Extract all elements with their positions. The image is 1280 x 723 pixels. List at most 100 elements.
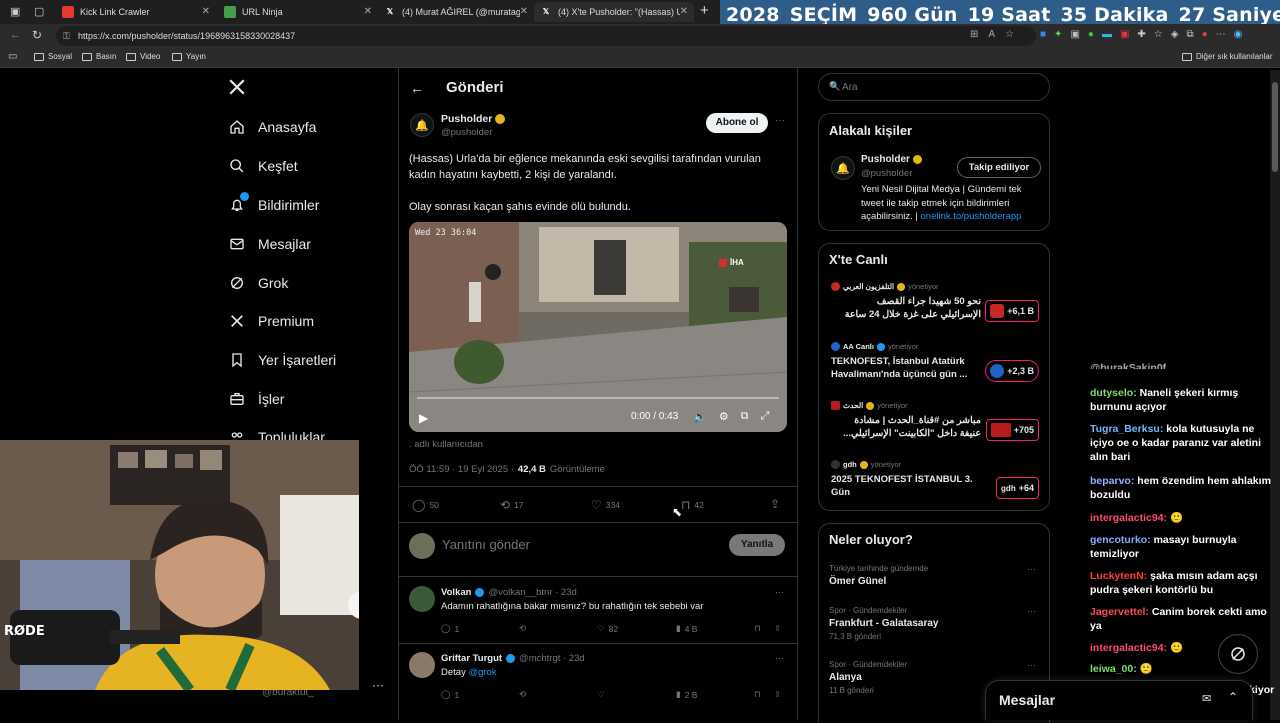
tab-kick-link-crawler[interactable]: Kick Link Crawler ✕ [56,2,216,22]
read-aloud-icon[interactable]: A [988,29,995,40]
live-listener-pill[interactable]: gdh +64 [996,477,1039,499]
more-menu-icon[interactable]: ⋯ [1216,29,1226,40]
tab-url-ninja[interactable]: URL Ninja ✕ [218,2,378,22]
bookmark-folder-yayin[interactable]: Yayın [172,52,206,61]
browser-menu-icon[interactable]: ▣ [10,5,20,18]
fullscreen-icon[interactable]: ⤢ [760,410,769,423]
reply-bookmark-action[interactable]: ⊓ [754,623,761,634]
favorite-star-icon[interactable]: ☆ [1005,29,1014,40]
nav-item-jobs[interactable]: İşler [228,390,284,408]
chat-username[interactable]: beparvo [1090,475,1131,487]
bookmark-folder-other[interactable]: Diğer sık kullanılanlar [1182,52,1272,61]
account-more-icon[interactable]: ··· [372,678,384,692]
extension-icon[interactable]: ▣ [1120,29,1129,40]
repost-action[interactable]: ⟲ 17 [500,498,524,512]
reply-bookmark-action[interactable]: ⊓ [754,689,761,700]
nav-item-explore[interactable]: Keşfet [228,157,298,175]
live-listener-pill[interactable]: +6,1 B [985,300,1039,322]
reply-avatar[interactable] [409,586,435,612]
close-tab-icon[interactable]: ✕ [520,6,528,17]
tab-pusholder-active[interactable]: 𝕏 (4) X'te Pusholder: "(Hassas) Urla' ✕ [534,2,694,22]
reading-list-icon[interactable]: ▭ [8,51,17,62]
puzzle-icon[interactable]: ✚ [1137,29,1145,40]
post-author-handle[interactable]: @pusholder [441,127,492,138]
nav-item-messages[interactable]: Mesajlar [228,235,311,253]
nav-item-premium[interactable]: Premium [228,312,314,330]
post-source[interactable]: . adlı kullanıcıdan [409,439,483,450]
new-message-icon[interactable]: ✉ [1202,692,1211,705]
extension-icon[interactable]: ▬ [1102,29,1112,40]
reply-more-icon[interactable]: ··· [775,587,784,597]
back-icon[interactable]: ← [10,29,21,41]
url-input[interactable]: ⚿ https://x.com/pusholder/status/1968963… [56,26,1036,46]
trend-item[interactable]: Türkiye tarihinde gündemde Ömer Günel [829,564,928,587]
chat-username[interactable]: LuckytenN [1090,570,1144,582]
nav-item-notifications[interactable]: Bildirimler [228,192,319,214]
shield-icon[interactable]: ◈ [1171,29,1179,40]
bookmark-folder-sosyal[interactable]: Sosyal [34,52,72,61]
reply-repost-action[interactable]: ⟲ [519,689,526,700]
reply-reply-action[interactable]: ◯ 1 [441,689,459,700]
reply-more-icon[interactable]: ··· [775,653,784,663]
bio-link[interactable]: onelink.to/pusholderapp [921,211,1022,222]
apps-icon[interactable]: ⊞ [970,29,978,40]
bookmark-action[interactable]: ⊓ 42 [681,498,704,512]
related-avatar[interactable]: 🔔 [831,156,855,180]
chat-username[interactable]: dutyselo [1090,387,1133,399]
trend-more-icon[interactable]: ··· [1027,606,1036,616]
live-listener-pill[interactable]: +705 [985,419,1039,441]
bookmark-folder-basin[interactable]: Basın [82,52,116,61]
play-icon[interactable]: ▶ [419,411,428,425]
reply-action[interactable]: ◯ 50 [412,498,439,512]
grok-fab-button[interactable] [1218,634,1258,674]
nav-item-bookmarks[interactable]: Yer İşaretleri [228,351,336,369]
like-action[interactable]: ♡ 334 [591,498,620,512]
expand-chevron-icon[interactable]: ⌃ [1228,690,1238,704]
tab-actions-icon[interactable]: ▢ [34,5,44,18]
extension-icon[interactable]: ■ [1040,29,1046,40]
reply-author-name[interactable]: Griftar Turgut [441,653,502,664]
post-author-name[interactable]: Pusholder [441,113,506,125]
post-video[interactable]: Wed 23 36:04 İHA ▶ 0:00 / 0:43 🔈 ⚙ ⧉ ⤢ [409,222,787,432]
tab-murat-agirel[interactable]: 𝕏 (4) Murat AĞIREL (@muratagirel) | ✕ [378,2,534,22]
nav-item-grok[interactable]: Grok [228,274,288,292]
live-listener-pill[interactable]: +2,3 B [985,360,1039,382]
reload-icon[interactable]: ↻ [32,28,42,42]
pusholder-avatar[interactable]: 🔔 [410,113,434,137]
trend-item[interactable]: Spor · Gündemdekiler Alanya 11 B gönderi [829,660,907,695]
reply-views-action[interactable]: ▮ 2 B [676,689,697,700]
favorites-icon[interactable]: ☆ [1154,29,1163,40]
back-arrow-icon[interactable]: ← [410,80,424,96]
nav-item-home[interactable]: Anasayfa [228,118,316,136]
messages-drawer[interactable]: Mesajlar ✉ ⌃ [985,680,1253,720]
picture-in-picture-icon[interactable]: ⧉ [741,410,749,423]
reply-reply-action[interactable]: ◯ 1 [441,623,459,634]
chat-username[interactable]: gencoturko [1090,534,1147,546]
scrollbar-thumb[interactable] [1272,82,1278,172]
post-more-icon[interactable]: ··· [775,115,785,126]
extension-icon[interactable]: ✦ [1054,29,1062,40]
chat-username[interactable]: intergalactic94 [1090,642,1164,654]
subscribe-button[interactable]: Abone ol [706,113,768,133]
reply-views-action[interactable]: ▮ 4 B [676,623,697,634]
reply-share-action[interactable]: ⇪ [774,623,781,634]
related-handle[interactable]: @pusholder [861,168,912,179]
reply-submit-button[interactable]: Yanıtla [729,534,785,556]
post-timestamp[interactable]: ÖÖ 11:59 · 19 Eyl 2025 · [409,464,514,475]
collections-icon[interactable]: ⧉ [1186,29,1193,40]
reply-like-action[interactable]: ♡ 82 [597,623,618,634]
close-tab-icon[interactable]: ✕ [680,6,688,17]
settings-gear-icon[interactable]: ⚙ [719,410,729,423]
close-tab-icon[interactable]: ✕ [202,6,210,17]
search-input[interactable]: 🔍 Ara [818,73,1050,101]
extension-icon[interactable]: ● [1088,29,1094,40]
volume-icon[interactable]: 🔈 [693,410,707,423]
related-name[interactable]: Pusholder [861,154,922,165]
reply-share-action[interactable]: ⇪ [774,689,781,700]
following-button[interactable]: Takip ediliyor [957,157,1041,178]
trend-more-icon[interactable]: ··· [1027,564,1036,574]
site-info-icon[interactable]: ⚿ [63,26,70,46]
reply-author-name[interactable]: Volkan [441,587,471,598]
copilot-icon[interactable]: ◉ [1234,29,1243,40]
reply-author-handle[interactable]: @volkan__btnr · 23d [488,587,576,598]
